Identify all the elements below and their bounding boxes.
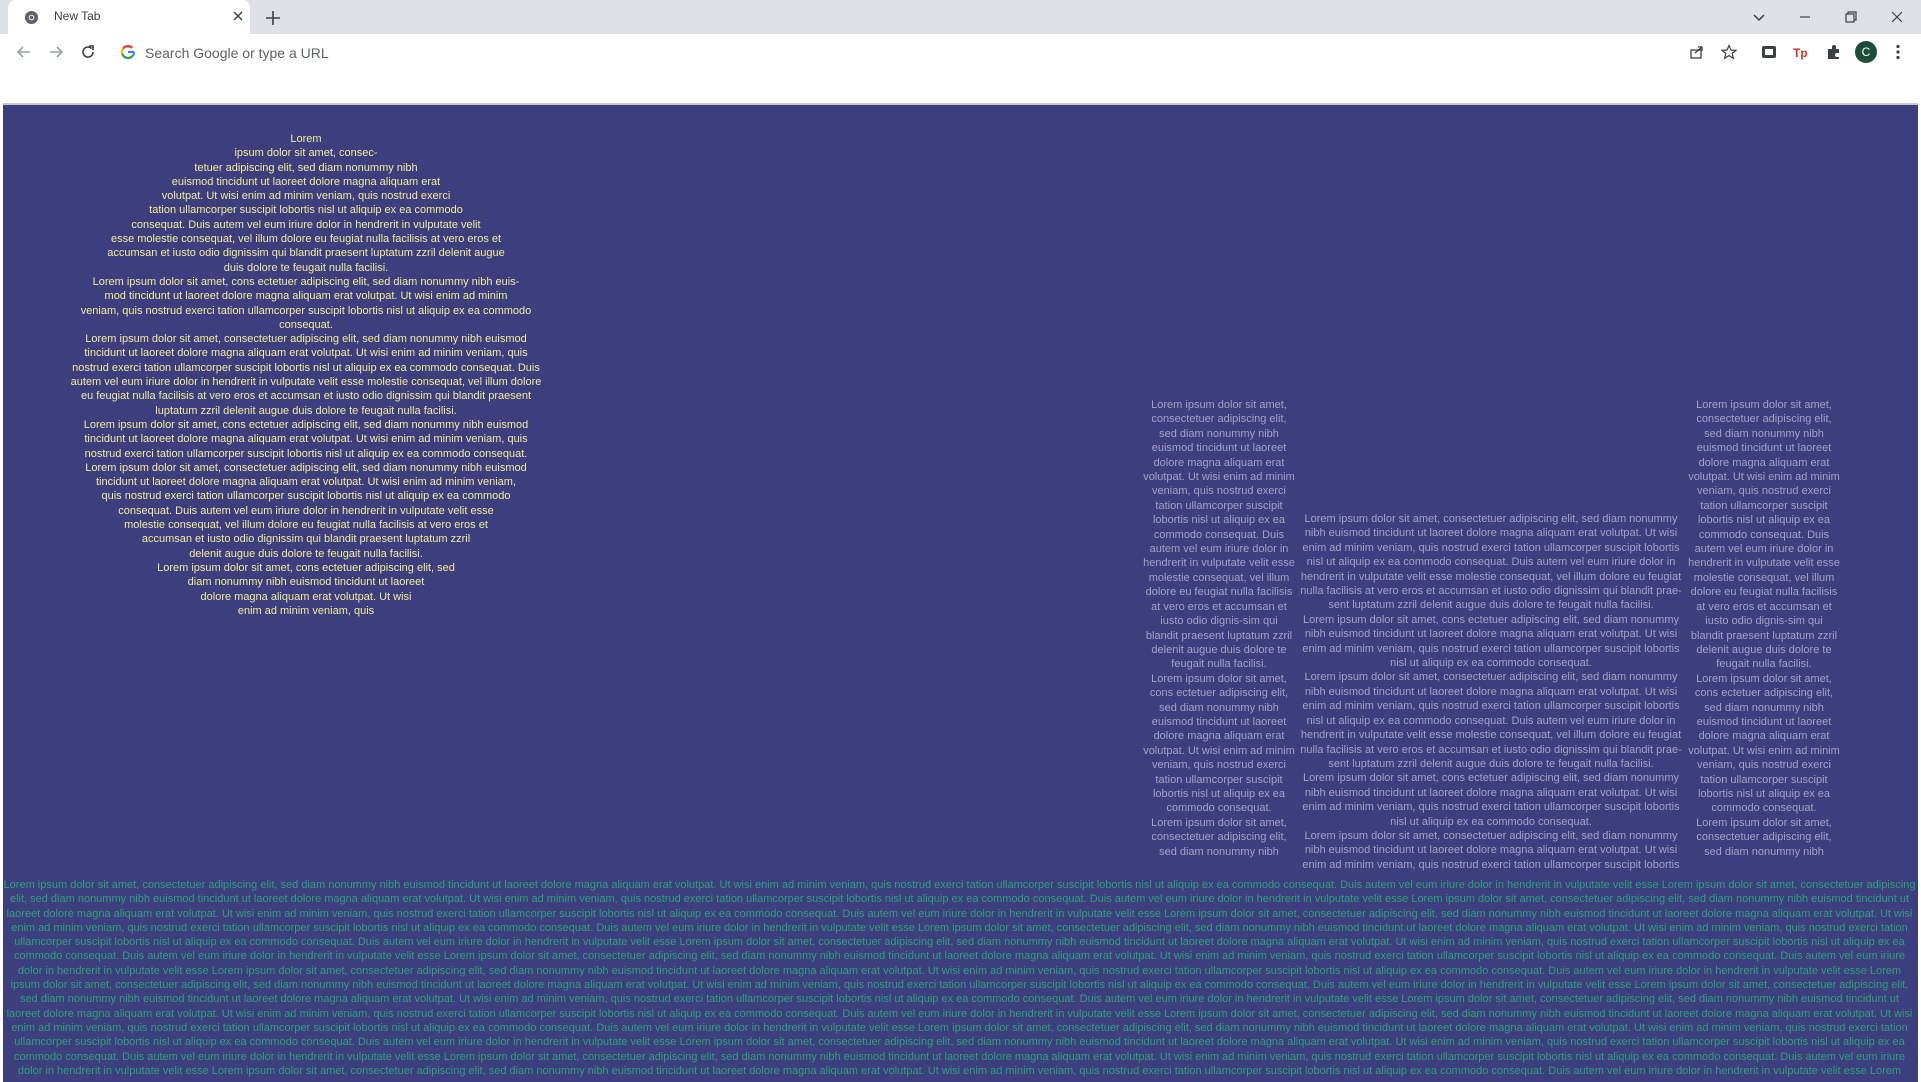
yellow-text-block: Lorem ipsum dolor sit amet, consec-tetuer… xyxy=(62,132,550,618)
yellow-text-line: ipsum dolor sit amet, consec- xyxy=(234,147,378,160)
close-tab-icon[interactable] xyxy=(230,8,246,24)
right-column-paragraph: Lorem ipsum dolor sit amet, consectetuer… xyxy=(1688,399,1840,671)
yellow-text-line: Lorem ipsum dolor sit amet, consectetuer… xyxy=(85,333,527,346)
tp-extension-icon[interactable]: Tp xyxy=(1791,42,1811,62)
right-column-paragraph: Lorem ipsum dolor sit amet, consectetuer… xyxy=(1696,816,1832,858)
yellow-text-line: mod tincidunt ut laoreet dolore magna al… xyxy=(104,290,508,303)
menu-dots-icon[interactable] xyxy=(1888,42,1908,62)
yellow-text-line: dolore magna aliquam erat volutpat. Ut w… xyxy=(200,590,412,603)
left-text-column: Lorem ipsum dolor sit amet, consectetuer… xyxy=(1143,398,1295,868)
right-column-paragraph: Lorem ipsum dolor sit amet, cons ectetue… xyxy=(1688,672,1840,815)
tab-title: New Tab xyxy=(54,9,101,23)
extension-icon[interactable] xyxy=(1759,42,1779,62)
yellow-text-line: nostrud exerci tation ullamcorper suscip… xyxy=(84,447,528,460)
extensions-puzzle-icon[interactable] xyxy=(1824,42,1844,62)
yellow-text-line: tetuer adipiscing elit, sed diam nonummy… xyxy=(194,161,418,174)
yellow-text-line: volutpat. Ut wisi enim ad minim veniam, … xyxy=(161,190,451,203)
left-column-paragraph: Lorem ipsum dolor sit amet, consectetuer… xyxy=(1143,399,1295,671)
middle-text-column: Lorem ipsum dolor sit amet, consectetuer… xyxy=(1293,512,1689,872)
middle-column-paragraph: Lorem ipsum dolor sit amet, consectetuer… xyxy=(1300,513,1682,612)
yellow-text-line: duis dolore te feugait nulla facilisi. xyxy=(223,261,389,274)
svg-text:Tp: Tp xyxy=(1793,46,1808,60)
close-window-icon[interactable] xyxy=(1886,6,1908,28)
bookmarks-bar xyxy=(3,70,1918,103)
yellow-text-line: euismod tincidunt ut laoreet dolore magn… xyxy=(171,175,441,188)
profile-avatar[interactable]: C xyxy=(1855,41,1877,63)
right-text-column: Lorem ipsum dolor sit amet, consectetuer… xyxy=(1688,398,1840,868)
yellow-text-line: esse molestie consequat, vel illum dolor… xyxy=(110,233,502,246)
address-bar[interactable]: Search Google or type a URL xyxy=(112,38,1744,66)
yellow-text-line: diam nonummy nibh euismod tincidunt ut l… xyxy=(187,576,425,589)
yellow-text-line: Lorem ipsum dolor sit amet, cons ectetue… xyxy=(83,418,529,431)
yellow-text-line: autem vel eum iriure dolor in hendrerit … xyxy=(70,376,542,389)
yellow-text-line: consequat. xyxy=(279,318,333,331)
left-column-paragraph: Lorem ipsum dolor sit amet, consectetuer… xyxy=(1151,816,1287,858)
google-icon xyxy=(120,45,136,60)
yellow-text-line: tincidunt ut laoreet dolore magna aliqua… xyxy=(84,433,528,446)
middle-column-paragraph: Lorem ipsum dolor sit amet, consectetuer… xyxy=(1300,671,1682,770)
yellow-text-line: eu feugiat nulla facilisis at vero eros … xyxy=(80,390,532,403)
yellow-text-line: accumsan et iusto odio dignissim qui bla… xyxy=(107,247,505,260)
yellow-text-line: tation ullamcorper suscipit lobortis nis… xyxy=(149,204,463,217)
yellow-text-line: veniam, quis nostrud exerci tation ullam… xyxy=(80,304,532,317)
left-column-paragraph: Lorem ipsum dolor sit amet, cons ectetue… xyxy=(1143,672,1295,815)
new-tab-icon[interactable] xyxy=(262,7,284,29)
yellow-text-line: consequat. Duis autem vel eum iriure dol… xyxy=(118,504,494,517)
middle-column-paragraph: Lorem ipsum dolor sit amet, consectetuer… xyxy=(1302,829,1680,871)
middle-column-paragraph: Lorem ipsum dolor sit amet, cons ectetue… xyxy=(1302,613,1680,670)
yellow-text-line: quis nostrud exerci tation ullamcorper s… xyxy=(101,490,511,503)
tab-search-icon[interactable] xyxy=(1748,6,1770,28)
yellow-text-line: luptatum zzril delenit augue duis dolore… xyxy=(155,404,457,417)
minimize-icon[interactable] xyxy=(1794,6,1816,28)
middle-column-paragraph: Lorem ipsum dolor sit amet, cons ectetue… xyxy=(1302,772,1680,828)
yellow-text-line: Lorem ipsum dolor sit amet, consectetuer… xyxy=(85,461,527,474)
yellow-text-line: tincidunt ut laoreet dolore magna aliqua… xyxy=(84,347,528,360)
share-icon[interactable] xyxy=(1689,44,1705,60)
yellow-text-line: delenit augue duis dolore te feugait nul… xyxy=(189,547,423,560)
back-icon[interactable] xyxy=(14,42,34,62)
restore-icon[interactable] xyxy=(1840,6,1862,28)
yellow-text-line: molestie consequat, vel illum dolore eu … xyxy=(124,519,488,532)
yellow-text-line: nostrud exerci tation ullamcorper suscip… xyxy=(72,361,540,374)
browser-toolbar: Search Google or type a URL Tp C xyxy=(0,34,1921,70)
toolbar-divider xyxy=(0,103,1921,105)
yellow-text-line: enim ad minim veniam, quis xyxy=(237,604,375,617)
chrome-icon xyxy=(24,10,39,25)
reload-icon[interactable] xyxy=(78,42,98,62)
address-placeholder: Search Google or type a URL xyxy=(145,45,329,61)
yellow-text-line: accumsan et iusto odio dignissim qui bla… xyxy=(141,533,471,546)
tab-strip: New Tab xyxy=(0,0,1921,34)
yellow-text-line: Lorem ipsum dolor sit amet, cons ectetue… xyxy=(92,275,520,288)
yellow-text-line: Lorem xyxy=(290,133,322,145)
yellow-text-line: Lorem ipsum dolor sit amet, cons ectetue… xyxy=(157,561,455,574)
bookmark-star-icon[interactable] xyxy=(1721,44,1737,60)
yellow-text-line: tincidunt ut laoreet dolore magna aliqua… xyxy=(95,476,517,489)
green-text-block: Lorem ipsum dolor sit amet, consectetuer… xyxy=(3,879,1916,1080)
tab-new-tab[interactable]: New Tab xyxy=(8,0,250,34)
yellow-text-line: consequat. Duis autem vel eum iriure dol… xyxy=(131,218,481,231)
forward-icon[interactable] xyxy=(46,42,66,62)
